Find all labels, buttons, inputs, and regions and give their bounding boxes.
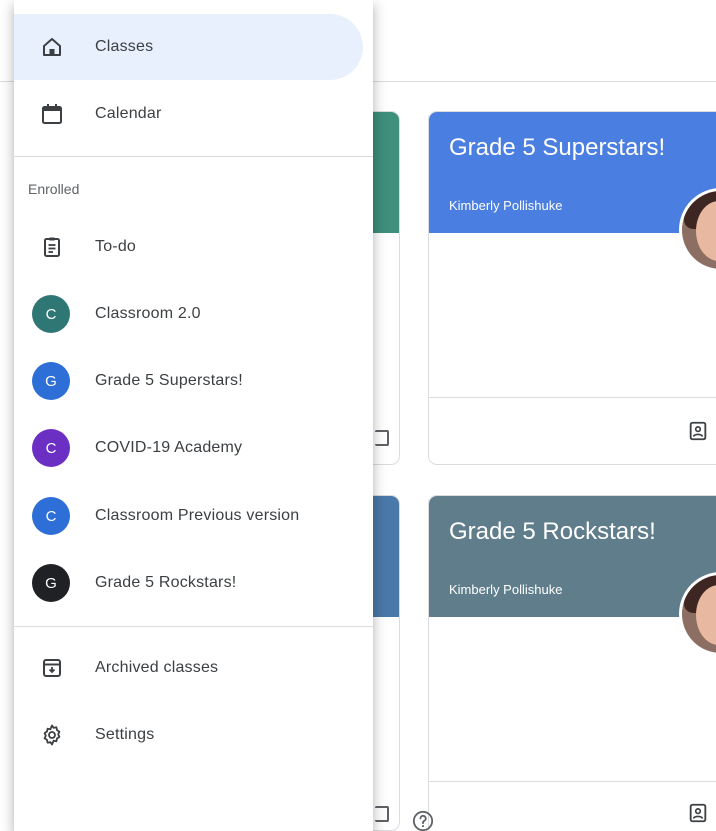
nav-item-archived-classes[interactable]: Archived classes <box>14 635 363 701</box>
nav-item-calendar[interactable]: Calendar <box>14 81 363 147</box>
nav-label: Classes <box>95 38 154 55</box>
nav-item-class[interactable]: C COVID-19 Academy <box>14 415 363 481</box>
section-label-enrolled: Enrolled <box>28 181 80 197</box>
navigation-drawer: Classes Calendar Enrolled To-do C Classr… <box>14 0 373 831</box>
folder-icon[interactable] <box>375 430 389 446</box>
nav-label: Classroom Previous version <box>95 507 300 524</box>
class-avatar: C <box>32 429 70 467</box>
class-avatar: G <box>32 362 70 400</box>
nav-label: Settings <box>95 726 155 743</box>
nav-label: To-do <box>95 238 137 255</box>
nav-label: Classroom 2.0 <box>95 305 201 322</box>
nav-item-class[interactable]: C Classroom Previous version <box>14 483 363 549</box>
nav-item-class[interactable]: G Grade 5 Superstars! <box>14 348 363 414</box>
gear-icon <box>43 724 61 746</box>
clipboard-icon <box>44 237 60 257</box>
folder-icon[interactable] <box>375 806 389 822</box>
class-card-grade5-superstars[interactable]: Grade 5 Superstars! Kimberly Pollishuke <box>428 111 716 465</box>
class-avatar: C <box>32 295 70 333</box>
class-avatar: G <box>32 564 70 602</box>
class-title[interactable]: Grade 5 Superstars! <box>449 134 665 162</box>
nav-item-settings[interactable]: Settings <box>14 702 363 768</box>
nav-item-class[interactable]: G Grade 5 Rockstars! <box>14 550 363 616</box>
nav-label: COVID-19 Academy <box>95 439 243 456</box>
card-divider <box>429 397 716 398</box>
nav-item-class[interactable]: C Classroom 2.0 <box>14 281 363 347</box>
nav-item-classes[interactable]: Classes <box>14 14 363 80</box>
help-icon[interactable] <box>412 810 434 831</box>
nav-label: Grade 5 Superstars! <box>95 372 243 389</box>
home-icon <box>43 38 61 56</box>
teacher-name: Kimberly Pollishuke <box>449 198 563 213</box>
class-avatar: C <box>32 497 70 535</box>
nav-label: Grade 5 Rockstars! <box>95 574 237 591</box>
assignment-icon[interactable] <box>687 802 709 824</box>
assignment-icon[interactable] <box>687 420 709 442</box>
card-header: Grade 5 Rockstars! Kimberly Pollishuke <box>429 496 716 617</box>
nav-label: Calendar <box>95 105 162 122</box>
archive-icon <box>43 659 61 677</box>
calendar-icon <box>42 104 62 124</box>
class-card-grade5-rockstars[interactable]: Grade 5 Rockstars! Kimberly Pollishuke <box>428 495 716 831</box>
teacher-name: Kimberly Pollishuke <box>449 582 563 597</box>
drawer-divider <box>14 156 373 157</box>
drawer-divider <box>14 626 373 627</box>
card-header: Grade 5 Superstars! Kimberly Pollishuke <box>429 112 716 233</box>
nav-label: Archived classes <box>95 659 219 676</box>
card-divider <box>429 781 716 782</box>
nav-item-todo[interactable]: To-do <box>14 214 363 280</box>
class-title[interactable]: Grade 5 Rockstars! <box>449 518 656 546</box>
